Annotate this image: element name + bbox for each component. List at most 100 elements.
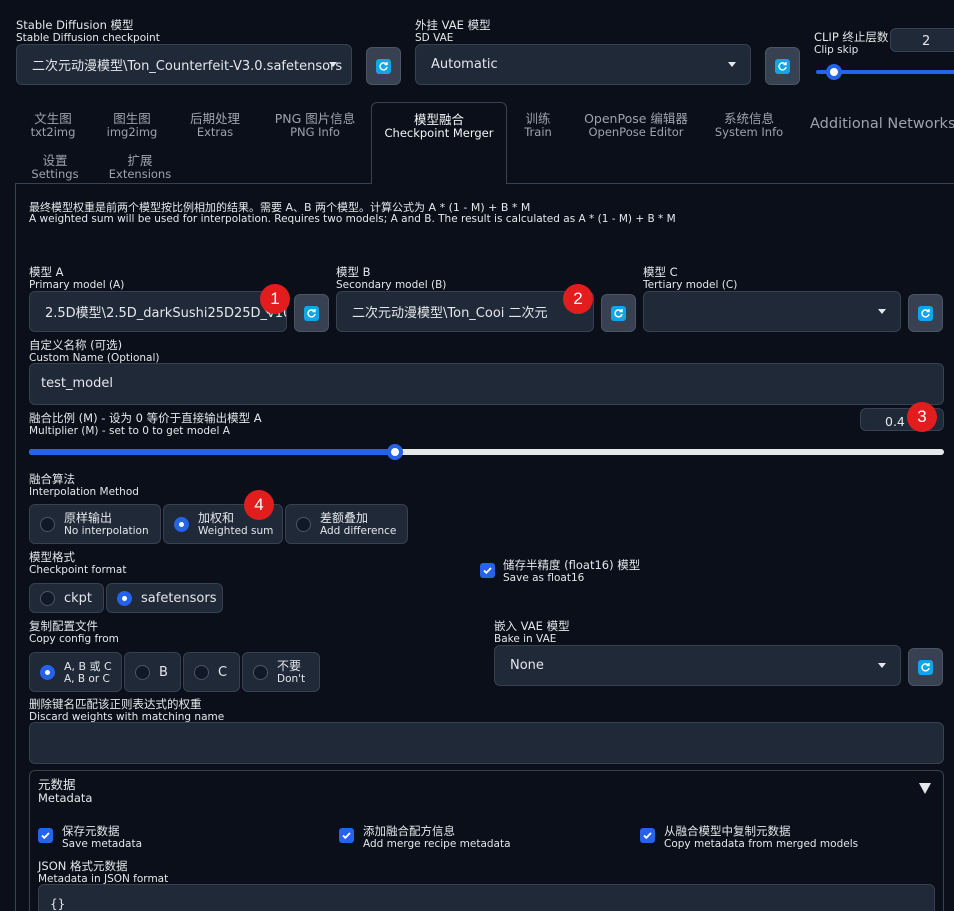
clip-slider-handle[interactable] xyxy=(826,64,842,80)
clip-label: CLIP 终止层数 xyxy=(814,30,889,44)
vae-refresh-button[interactable] xyxy=(765,47,800,85)
merge-recipe-label: 添加融合配方信息 xyxy=(363,824,455,838)
annotation-marker-3: 3 xyxy=(907,402,937,432)
chevron-down-icon xyxy=(878,309,886,314)
merge-recipe-label-en: Add merge recipe metadata xyxy=(363,838,511,850)
model-a-refresh-button[interactable] xyxy=(294,294,329,332)
radio-icon xyxy=(40,516,55,532)
checkpoint-label: Stable Diffusion 模型 xyxy=(16,18,134,32)
radio-icon xyxy=(40,590,55,606)
copy-metadata-checkbox[interactable] xyxy=(640,828,655,843)
float16-label-en: Save as float16 xyxy=(503,572,585,584)
copy-config-option-dont[interactable]: 不要 Don't xyxy=(242,652,320,692)
model-c-refresh-button[interactable] xyxy=(908,294,943,332)
float16-label: 储存半精度 (float16) 模型 xyxy=(503,558,641,572)
method-label-en: Interpolation Method xyxy=(29,486,139,498)
float16-checkbox[interactable] xyxy=(480,563,495,578)
checkmark-icon xyxy=(41,832,50,840)
multiplier-slider-track[interactable] xyxy=(29,449,944,455)
copy-metadata-label-en: Copy metadata from merged models xyxy=(664,838,859,850)
tab-img2img[interactable]: 图生图 img2img xyxy=(100,112,164,139)
checkmark-icon xyxy=(643,832,652,840)
multiplier-label: 融合比例 (M) - 设为 0 等价于直接输出模型 A xyxy=(29,411,262,425)
collapse-triangle-icon[interactable] xyxy=(919,783,931,794)
method-option-add-difference[interactable]: 差额叠加 Add difference xyxy=(285,504,408,544)
tab-additional-networks[interactable]: Additional Networks xyxy=(810,116,954,132)
copy-config-option-b[interactable]: B xyxy=(124,652,181,692)
tab-train[interactable]: 训练 Train xyxy=(514,112,562,139)
radio-selected-icon xyxy=(174,516,189,532)
refresh-icon xyxy=(775,58,790,74)
copy-config-label-en: Copy config from xyxy=(29,633,119,645)
checkpoint-label-en: Stable Diffusion checkpoint xyxy=(16,32,160,44)
bake-vae-label-en: Bake in VAE xyxy=(494,633,557,645)
checkmark-icon xyxy=(342,832,351,840)
copy-config-option-c[interactable]: C xyxy=(183,652,240,692)
multiplier-slider-fill xyxy=(29,449,395,455)
copy-metadata-label: 从融合模型中复制元数据 xyxy=(664,824,791,838)
refresh-icon xyxy=(376,58,391,74)
checkpoint-value: 二次元动漫模型\Ton_Counterfeit-V3.0.safetensors xyxy=(32,59,343,74)
model-a-label: 模型 A xyxy=(29,265,64,279)
bake-vae-value: None xyxy=(510,658,544,673)
tab-extensions[interactable]: 扩展 Extensions xyxy=(104,154,176,181)
model-a-label-en: Primary model (A) xyxy=(29,279,125,291)
multiplier-label-en: Multiplier (M) - set to 0 to get model A xyxy=(29,425,230,437)
vae-label-en: SD VAE xyxy=(415,32,454,44)
chevron-down-icon xyxy=(728,62,736,67)
json-metadata-input[interactable]: {} xyxy=(38,884,935,911)
tab-settings[interactable]: 设置 Settings xyxy=(28,154,82,181)
tab-checkpoint-merger[interactable]: 模型融合 Checkpoint Merger xyxy=(371,102,507,184)
model-b-value: 二次元动漫模型\Ton_Cooi 二次元 xyxy=(352,306,548,321)
save-metadata-checkbox[interactable] xyxy=(38,828,53,843)
model-b-dropdown[interactable]: 二次元动漫模型\Ton_Cooi 二次元 xyxy=(336,291,594,332)
bake-vae-dropdown[interactable]: None xyxy=(494,645,901,686)
refresh-icon xyxy=(918,305,933,321)
tab-txt2img[interactable]: 文生图 txt2img xyxy=(24,112,82,139)
model-a-value: 2.5D模型\2.5D_darkSushi25D25D_v10.safetens… xyxy=(45,306,287,321)
vae-label: 外挂 VAE 模型 xyxy=(415,18,491,32)
annotation-marker-1: 1 xyxy=(260,284,290,314)
tab-openpose-editor[interactable]: OpenPose 编辑器 OpenPose Editor xyxy=(577,112,695,139)
radio-selected-icon xyxy=(117,590,132,606)
format-option-ckpt[interactable]: ckpt xyxy=(29,583,104,613)
format-option-safetensors[interactable]: safetensors xyxy=(106,583,223,613)
chevron-down-icon xyxy=(329,62,337,67)
copy-config-label: 复制配置文件 xyxy=(29,619,98,633)
radio-icon xyxy=(296,516,311,532)
discard-label: 删除键名匹配该正则表达式的权重 xyxy=(29,697,202,711)
refresh-icon xyxy=(918,659,933,675)
clip-skip-input[interactable]: 2 xyxy=(890,28,954,52)
model-b-label: 模型 B xyxy=(336,265,371,279)
copy-config-option-abc[interactable]: A, B 或 C A, B or C xyxy=(29,652,122,692)
tab-png-info[interactable]: PNG 图片信息 PNG Info xyxy=(267,112,363,139)
radio-icon xyxy=(194,664,209,680)
model-a-dropdown[interactable]: 2.5D模型\2.5D_darkSushi25D25D_v10.safetens… xyxy=(29,291,287,332)
refresh-icon xyxy=(611,305,626,321)
format-label: 模型格式 xyxy=(29,550,75,564)
model-c-dropdown[interactable] xyxy=(643,291,901,332)
multiplier-slider-handle[interactable] xyxy=(387,444,403,460)
model-b-label-en: Secondary model (B) xyxy=(336,279,447,291)
method-option-no-interpolation[interactable]: 原样输出 No interpolation xyxy=(29,504,161,544)
vae-dropdown[interactable]: Automatic xyxy=(415,44,751,85)
checkpoint-refresh-button[interactable] xyxy=(366,47,401,85)
radio-selected-icon xyxy=(40,664,55,680)
bake-vae-label: 嵌入 VAE 模型 xyxy=(494,619,570,633)
merge-recipe-checkbox[interactable] xyxy=(339,828,354,843)
checkpoint-dropdown[interactable]: 二次元动漫模型\Ton_Counterfeit-V3.0.safetensors xyxy=(16,44,352,85)
bake-vae-refresh-button[interactable] xyxy=(908,648,943,686)
custom-name-input[interactable]: test_model xyxy=(29,363,944,405)
discard-input[interactable] xyxy=(29,722,944,764)
tab-extras[interactable]: 后期处理 Extras xyxy=(182,112,248,139)
model-b-refresh-button[interactable] xyxy=(601,294,636,332)
json-metadata-label: JSON 格式元数据 xyxy=(38,859,128,873)
radio-icon xyxy=(135,664,150,680)
metadata-title-en: Metadata xyxy=(38,791,93,805)
merger-description-en: A weighted sum will be used for interpol… xyxy=(29,213,676,225)
vae-value: Automatic xyxy=(431,57,498,72)
model-c-label: 模型 C xyxy=(643,265,678,279)
metadata-title[interactable]: 元数据 xyxy=(38,778,76,792)
tab-system-info[interactable]: 系统信息 System Info xyxy=(708,112,790,139)
custom-name-label: 自定义名称 (可选) xyxy=(29,338,123,352)
